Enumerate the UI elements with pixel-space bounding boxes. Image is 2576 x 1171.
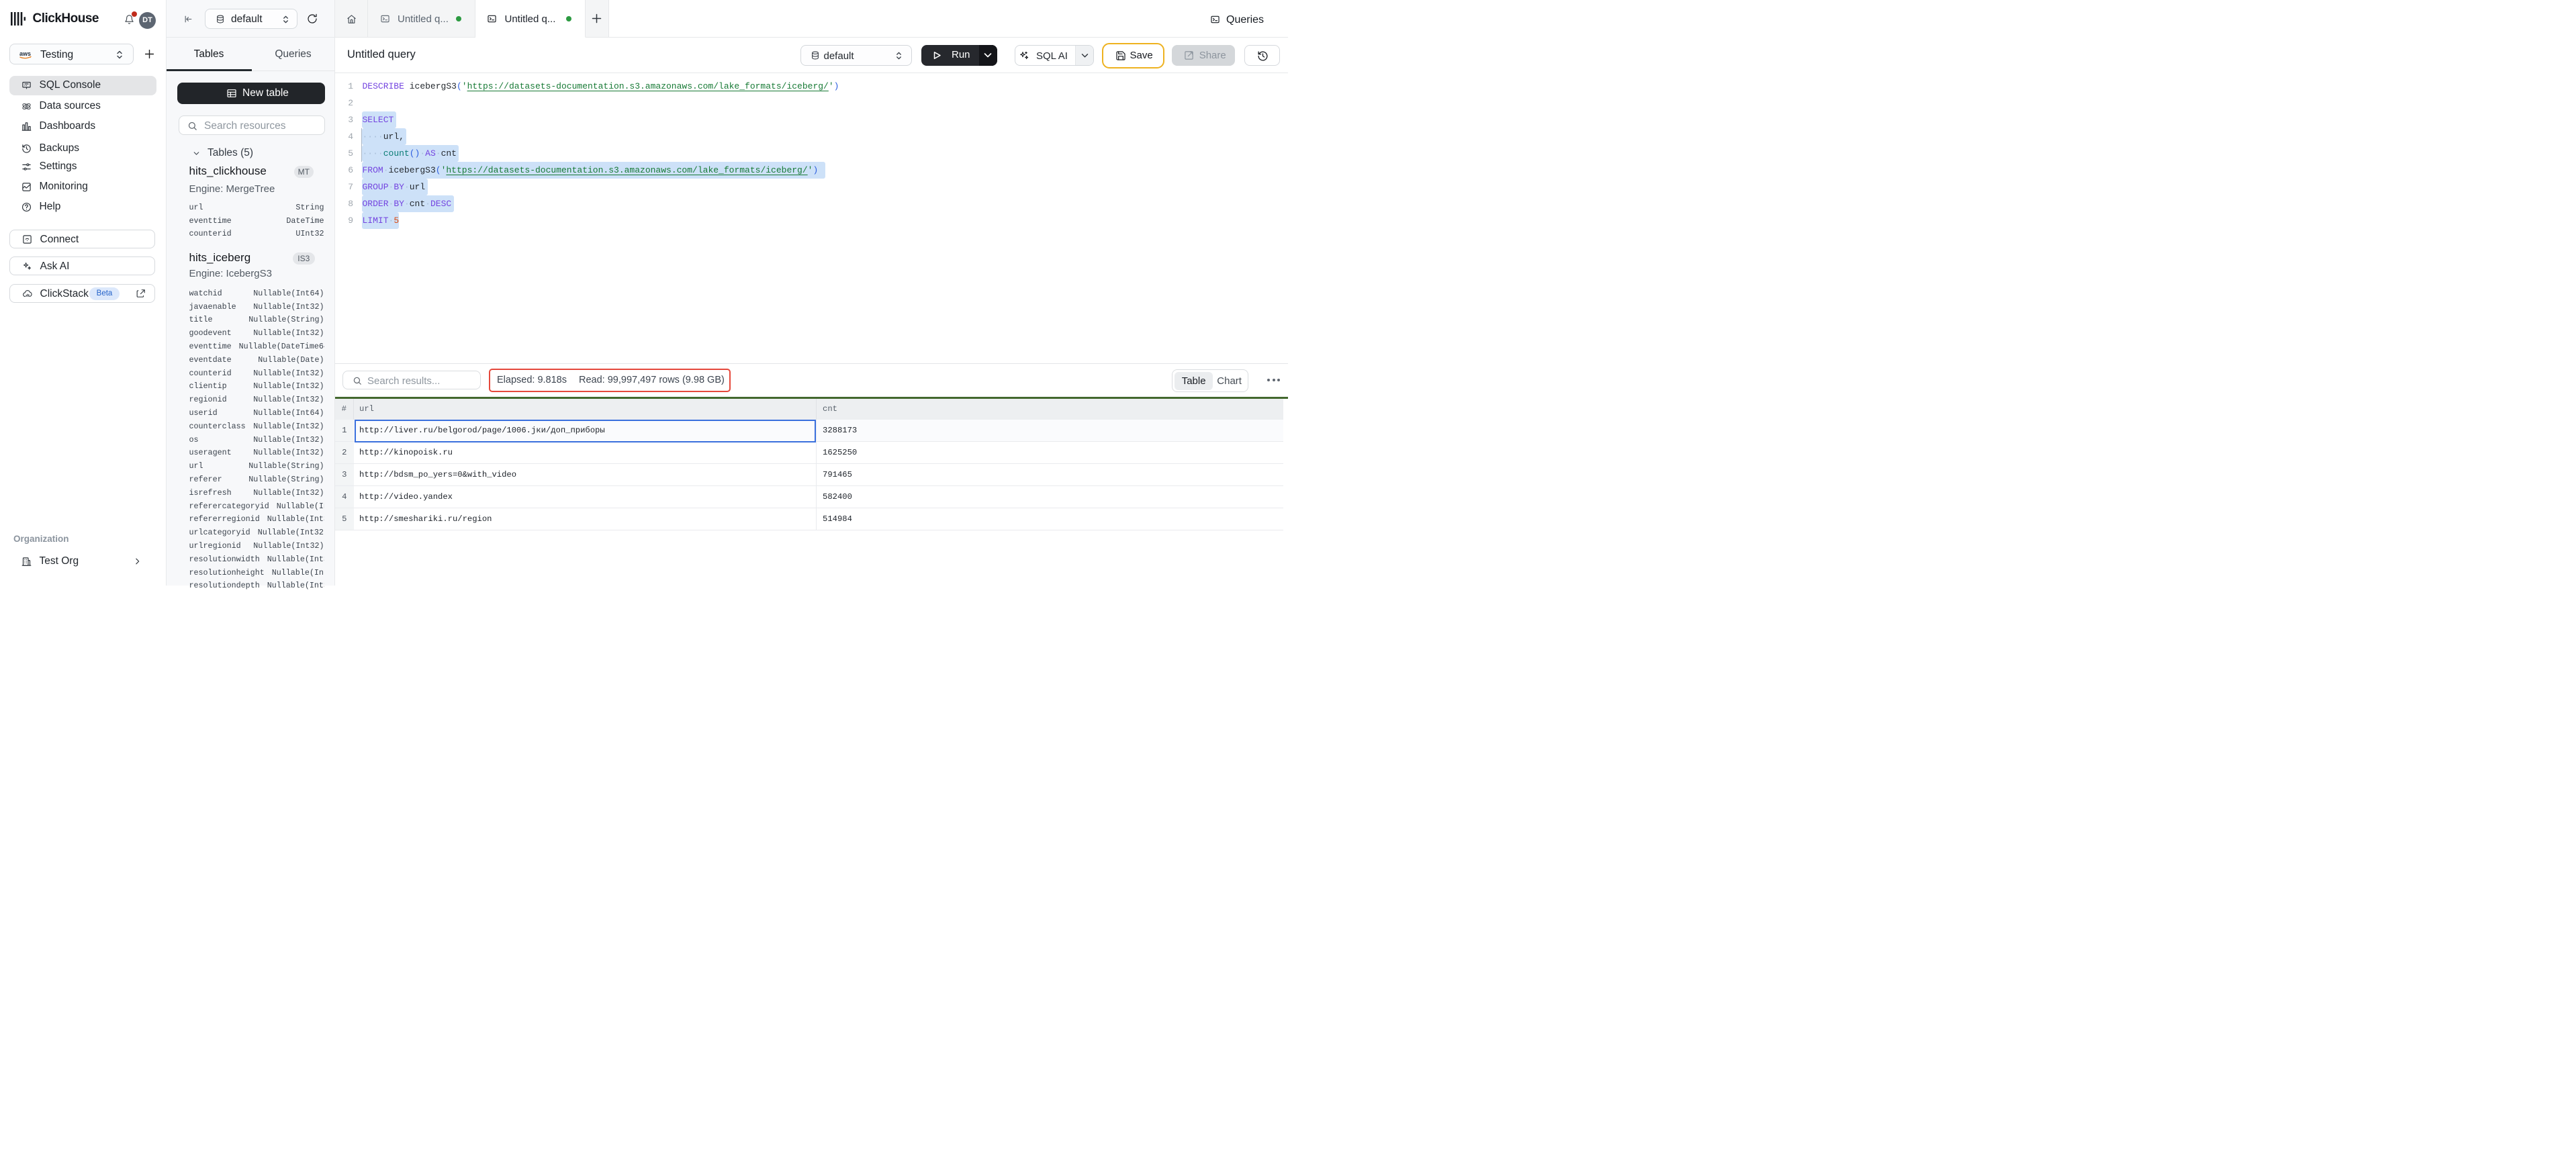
svg-text:aws: aws: [19, 50, 31, 57]
